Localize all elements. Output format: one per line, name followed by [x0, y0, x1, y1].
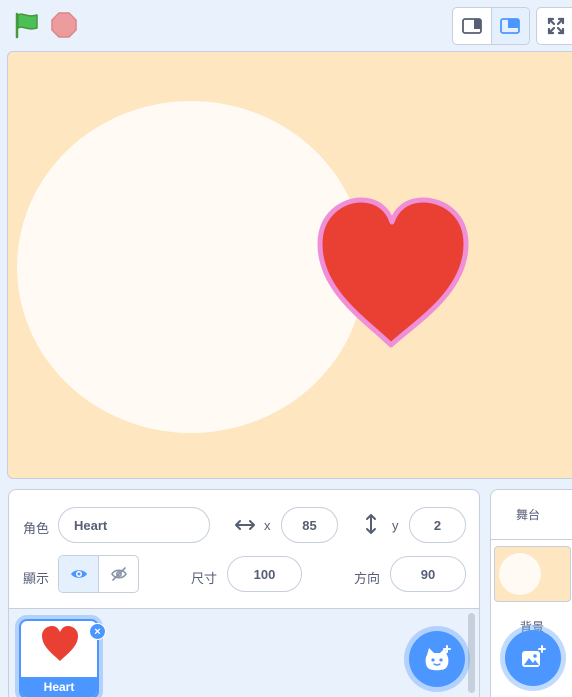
sprite-list: Heart × [9, 608, 479, 697]
close-icon: × [94, 625, 101, 638]
stage-canvas[interactable] [7, 51, 572, 479]
backdrop-circle [17, 101, 365, 433]
stage-selector-panel: 舞台 背景 [490, 489, 572, 697]
cat-add-icon [425, 645, 451, 671]
image-add-icon [522, 645, 546, 667]
stage-thumbnail-image [499, 553, 541, 595]
y-label: y [392, 518, 399, 533]
y-position-input[interactable]: 2 [409, 507, 466, 543]
direction-label: 方向 [354, 571, 381, 586]
stage-scene [17, 101, 469, 433]
fullscreen-button[interactable] [536, 7, 572, 45]
stop-sign-icon [51, 12, 77, 38]
size-label: 尺寸 [191, 571, 218, 586]
sprite-name-input[interactable]: Heart [58, 507, 210, 543]
sprite-info-panel: 角色 Heart x 85 y 2 顯示 尺寸 100 方向 90 Heart … [8, 489, 480, 697]
eye-icon [70, 570, 87, 578]
y-position-icon [366, 514, 376, 534]
green-flag-icon [15, 12, 38, 39]
fullscreen-icon [547, 17, 565, 35]
x-label: x [264, 518, 271, 533]
visibility-toggle [58, 555, 139, 593]
heart-thumbnail [42, 626, 78, 661]
normal-stage-button[interactable] [491, 8, 529, 44]
delete-sprite-button[interactable]: × [89, 623, 106, 640]
x-position-icon [235, 520, 255, 530]
sprite-name-label: 角色 [23, 521, 50, 536]
choose-sprite-button[interactable] [409, 631, 465, 687]
size-input[interactable]: 100 [227, 556, 302, 592]
small-stage-icon [461, 18, 482, 34]
show-sprite-button[interactable] [59, 556, 99, 592]
sprite-info-area: 角色 Heart x 85 y 2 顯示 尺寸 100 方向 90 [9, 490, 479, 608]
direction-input[interactable]: 90 [390, 556, 466, 592]
sprite-list-scrollbar[interactable] [468, 613, 475, 693]
show-label: 顯示 [23, 571, 50, 586]
sprite-tile-name: Heart [21, 677, 97, 697]
stage-size-toggle [452, 7, 530, 45]
eye-slash-icon [110, 567, 127, 581]
x-position-input[interactable]: 85 [281, 507, 338, 543]
stage-thumbnail[interactable] [494, 546, 571, 602]
small-stage-button[interactable] [453, 8, 492, 44]
normal-stage-icon [500, 18, 521, 34]
stage-selector-header: 舞台 [491, 490, 572, 540]
sprite-tile[interactable]: Heart [19, 619, 99, 697]
hide-sprite-button[interactable] [99, 556, 138, 592]
choose-backdrop-button[interactable] [505, 630, 561, 686]
stop-button[interactable] [51, 12, 77, 38]
green-flag-button[interactable] [13, 11, 41, 39]
